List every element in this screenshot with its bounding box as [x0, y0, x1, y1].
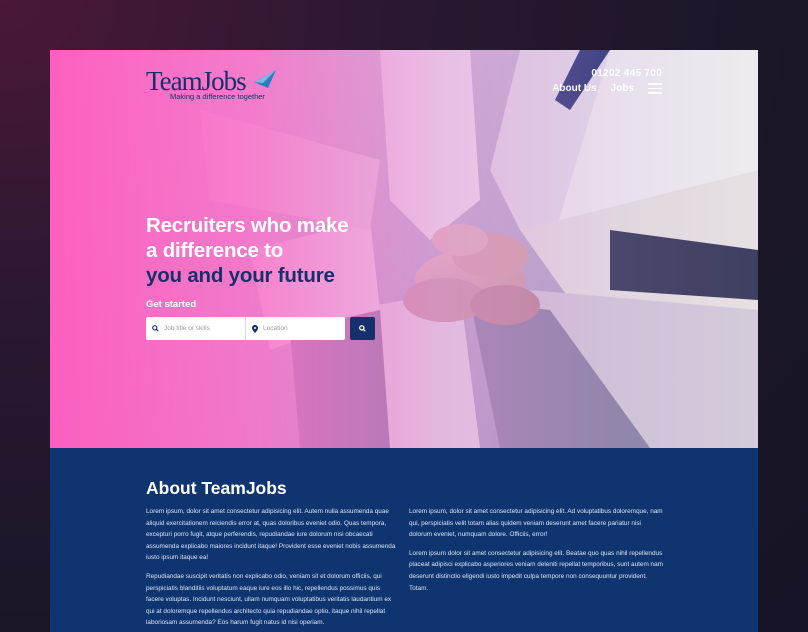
about-section: About TeamJobs Lorem ipsum, dolor sit am… [50, 448, 758, 632]
headline-line-3: you and your future [146, 264, 335, 287]
about-right-column: Lorem ipsum, dolor sit amet consectetur … [409, 506, 663, 601]
location-pin-icon [252, 324, 258, 333]
search-button[interactable] [350, 317, 375, 340]
about-paragraph: Lorem ipsum, dolor sit amet consectetur … [409, 508, 663, 539]
job-title-input[interactable] [164, 325, 234, 332]
browser-frame: TeamJobs Making a difference together 01… [50, 50, 758, 632]
location-input[interactable] [263, 325, 333, 332]
logo[interactable]: TeamJobs Making a difference together [146, 66, 286, 102]
hamburger-menu-icon[interactable] [648, 83, 662, 94]
headline-line-2: a difference to [146, 239, 284, 262]
search-icon [152, 325, 159, 332]
get-started-label: Get started [146, 299, 197, 310]
about-paragraph: Repudiandae suscipit veritatis non expli… [146, 572, 392, 627]
nav-about-us[interactable]: About Us [552, 83, 596, 94]
logo-tagline: Making a difference together [170, 92, 265, 101]
job-search-bar [146, 317, 345, 340]
hero-section: TeamJobs Making a difference together 01… [50, 50, 758, 448]
search-icon [359, 325, 366, 332]
nav-jobs[interactable]: Jobs [611, 83, 634, 94]
location-field [245, 317, 345, 340]
job-field [146, 317, 245, 340]
about-paragraph: Lorem ipsum, dolor sit amet consectetur … [146, 508, 396, 562]
headline-line-1: Recruiters who make [146, 214, 349, 237]
hero-headline: Recruiters who make a difference to you … [146, 213, 349, 288]
main-nav: About Us Jobs [552, 83, 662, 94]
about-left-column: Lorem ipsum, dolor sit amet consectetur … [146, 506, 399, 632]
phone-number[interactable]: 01202 445 700 [591, 68, 662, 79]
about-title: About TeamJobs [146, 478, 287, 498]
about-paragraph: Lorem ipsum dolor sit amet consectetur a… [409, 549, 663, 592]
paper-plane-icon [254, 70, 276, 88]
